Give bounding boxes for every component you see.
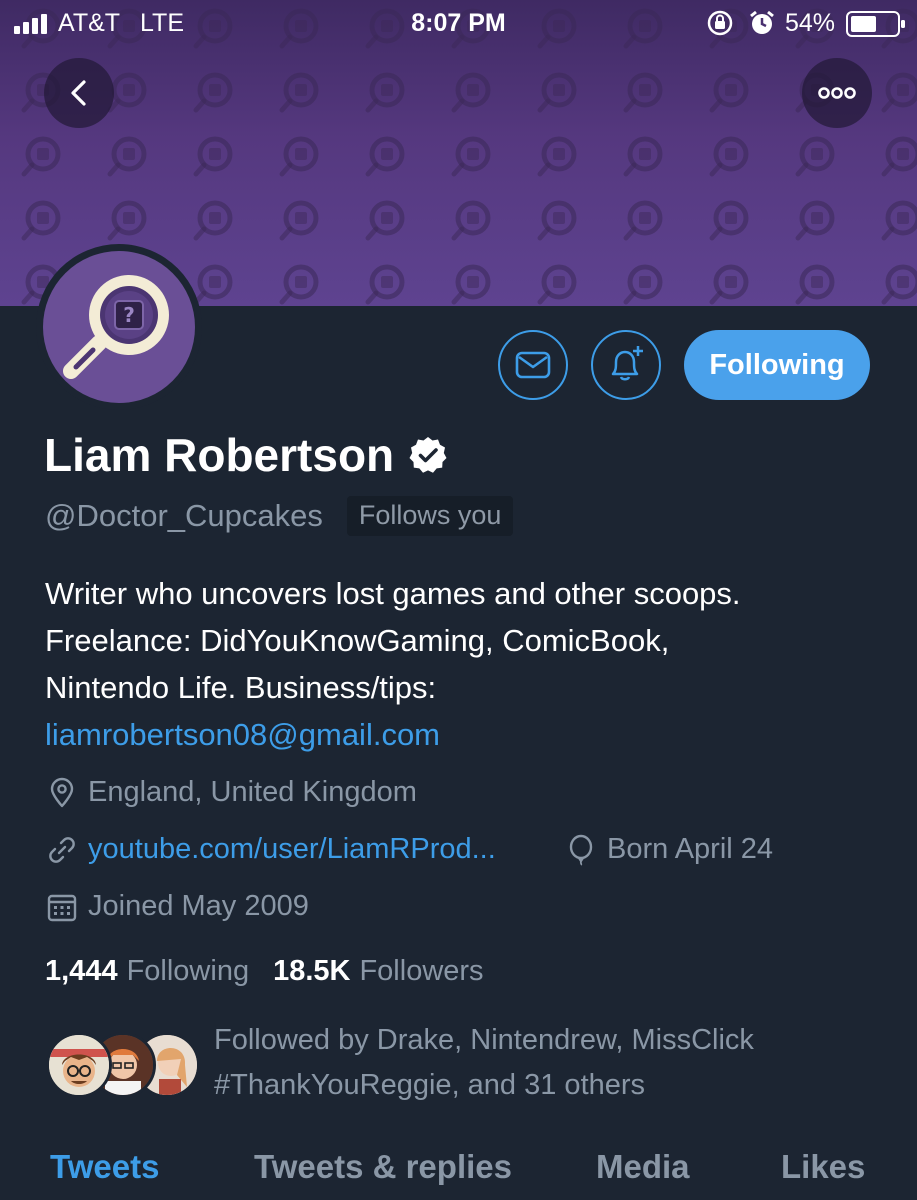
battery-percent: 54% — [785, 9, 836, 37]
follows-you-badge: Follows you — [346, 496, 514, 536]
following-count: 1,444 — [45, 955, 118, 987]
follower-avatar-drawing — [49, 1035, 109, 1095]
follow-stats: 1,444 Following 18.5K Followers — [45, 955, 484, 988]
followed-by-line: #ThankYouReggie, and 31 others — [214, 1069, 646, 1101]
bio-line: Writer who uncovers lost games and other… — [45, 576, 741, 611]
orientation-lock-icon — [707, 10, 733, 36]
following-label: Following — [126, 955, 250, 987]
profile-tabs: Tweets Tweets & replies Media Likes — [0, 1140, 917, 1200]
tab-tweets[interactable]: Tweets — [50, 1148, 159, 1186]
balloon-icon — [569, 834, 593, 866]
bio-email-link[interactable]: liamrobertson08@gmail.com — [45, 711, 895, 758]
location-pin-icon — [50, 777, 74, 807]
bio-line: Freelance: DidYouKnowGaming, ComicBook, — [45, 623, 670, 658]
profile-birthday: Born April 24 — [565, 833, 773, 866]
battery-icon — [846, 11, 905, 37]
calendar-icon — [47, 894, 77, 921]
tab-tweets-and-replies[interactable]: Tweets & replies — [254, 1148, 512, 1186]
profile-name: Liam Robertson — [44, 429, 395, 481]
followers-count: 18.5K — [273, 955, 351, 987]
clock: 8:07 PM — [411, 9, 506, 37]
followers-label: Followers — [359, 955, 484, 987]
avatar-image: ? — [43, 251, 195, 403]
profile-screen: AT&T LTE 8:07 PM 54% ? Following Liam Ro… — [0, 0, 917, 1200]
followers-stat[interactable]: 18.5K Followers — [273, 955, 483, 988]
magnifier-logo-icon: ? — [63, 275, 169, 379]
profile-location: England, United Kingdom — [46, 776, 417, 809]
following-button[interactable]: Following — [684, 330, 870, 400]
followed-by-avatars[interactable] — [46, 1032, 200, 1098]
location-text: England, United Kingdom — [88, 776, 417, 808]
profile-name-row: Liam Robertson — [44, 428, 448, 482]
notifications-button[interactable] — [591, 330, 661, 400]
website-link[interactable]: youtube.com/user/LiamRProd... — [88, 833, 496, 866]
link-icon — [49, 836, 75, 863]
profile-bio: Writer who uncovers lost games and other… — [45, 570, 895, 758]
svg-text:?: ? — [123, 303, 135, 327]
more-options-button[interactable] — [802, 58, 872, 128]
following-stat[interactable]: 1,444 Following — [45, 955, 249, 988]
handle-row: @Doctor_Cupcakes Follows you — [45, 496, 514, 536]
verified-badge-icon — [409, 437, 447, 473]
bell-plus-icon — [611, 346, 643, 381]
followed-by-text[interactable]: Followed by Drake, Nintendrew, MissClick… — [214, 1018, 894, 1108]
profile-handle: @Doctor_Cupcakes — [45, 498, 323, 533]
tab-media[interactable]: Media — [596, 1148, 690, 1186]
profile-website[interactable]: youtube.com/user/LiamRProd... — [46, 833, 496, 866]
profile-joined: Joined May 2009 — [46, 890, 309, 923]
avatar — [46, 1032, 112, 1098]
back-button[interactable] — [44, 58, 114, 128]
bio-line: Nintendo Life. Business/tips: — [45, 670, 437, 705]
tab-likes[interactable]: Likes — [781, 1148, 865, 1186]
joined-text: Joined May 2009 — [88, 890, 309, 922]
chevron-left-icon — [71, 80, 86, 106]
profile-avatar[interactable]: ? — [36, 244, 202, 410]
alarm-icon — [750, 10, 774, 34]
birthday-text: Born April 24 — [607, 833, 774, 865]
more-dots-icon — [818, 87, 856, 99]
envelope-icon — [515, 351, 551, 379]
followed-by-line: Followed by Drake, Nintendrew, MissClick — [214, 1024, 754, 1056]
status-bar: AT&T LTE 8:07 PM 54% — [0, 0, 917, 46]
message-button[interactable] — [498, 330, 568, 400]
